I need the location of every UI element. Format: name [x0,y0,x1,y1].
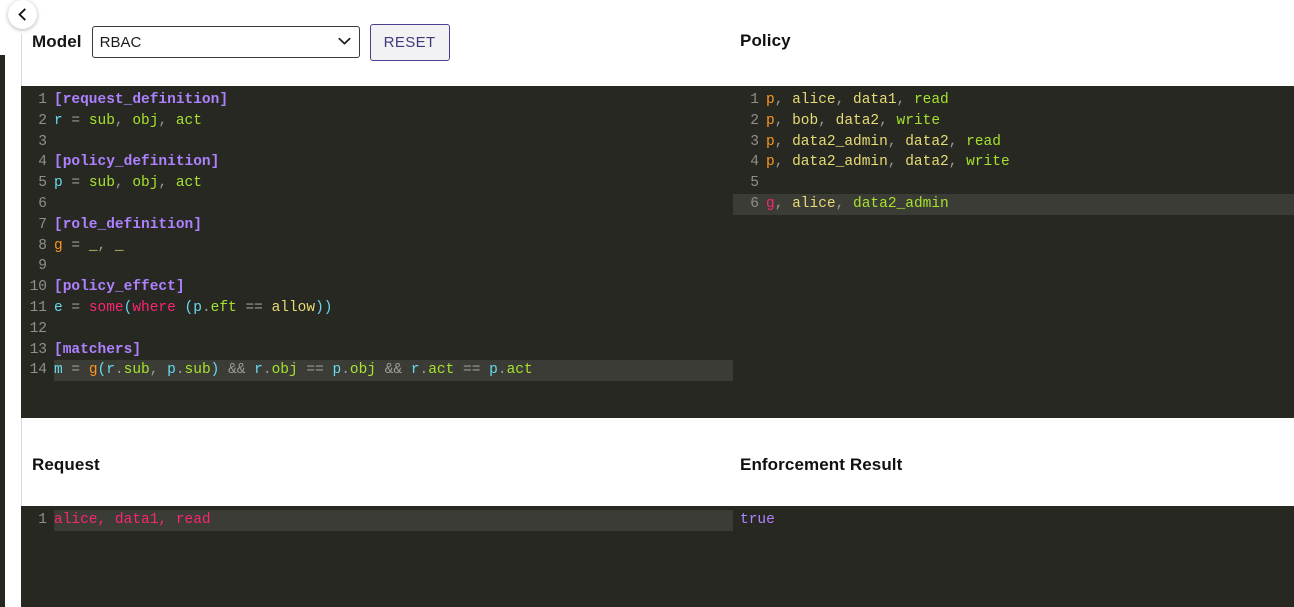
line-number: 9 [38,258,47,275]
code-line[interactable]: 8 g = _, _ [21,236,733,257]
back-button[interactable] [8,0,37,29]
code-line[interactable]: 11 e = some(where (p.eft == allow)) [21,298,733,319]
code-line[interactable]: 14 m = g(r.sub, p.sub) && r.obj == p.obj … [21,360,733,382]
code-line[interactable]: 6 g, alice, data2_admin [733,193,1294,215]
model-select-wrapper: RBAC [91,26,360,58]
casbin-editor-page: Model RBAC RESET Policy Request Enforcem… [0,0,1294,607]
request-code-editor[interactable]: 1 alice, data1, read [21,506,733,607]
code-line-text: p, alice, data1, read [766,92,949,108]
code-line[interactable]: 1 p, alice, data1, read [733,90,1294,111]
code-line-text: [role_definition] [54,216,202,233]
code-line[interactable]: 2 r = sub, obj, act [21,111,733,132]
line-number: 14 [29,362,47,379]
code-line[interactable]: 5 p = sub, obj, act [21,173,733,194]
code-line[interactable]: 1 alice, data1, read [21,510,733,531]
line-number: 3 [38,133,47,150]
reset-button[interactable]: RESET [369,23,450,61]
code-line-text: e = some(where (p.eft == allow)) [54,299,333,316]
code-line-text: m = g(r.sub, p.sub) && r.obj == p.obj &&… [54,360,733,382]
code-line[interactable]: 9 [21,256,733,277]
line-number: 8 [38,237,47,254]
line-number: 13 [29,341,47,358]
chevron-left-icon [16,8,29,21]
code-line-text: [request_definition] [54,92,229,108]
line-number: 12 [29,320,47,337]
model-code-lines: 1 [request_definition] 2 r = sub, obj, act 3… [21,86,733,382]
line-number: 4 [750,154,759,171]
line-number: 11 [29,299,47,316]
model-label: Model [32,32,82,51]
code-line-text: p, bob, data2, write [766,112,941,129]
line-number: 1 [750,92,759,108]
line-number: 5 [38,175,47,192]
code-line[interactable]: 4 p, data2_admin, data2, write [733,152,1294,173]
code-line-text: p, data2_admin, data2, read [766,133,1001,150]
code-line[interactable]: 13 [matchers] [21,340,733,361]
enforcement-result-editor: true [733,506,1294,607]
policy-panel-title: Policy [740,31,791,50]
line-number: 1 [38,92,47,108]
model-toolbar: Model RBAC RESET [32,22,450,62]
line-number: 6 [38,195,47,212]
line-number: 7 [38,216,47,233]
policy-code-lines: 1 p, alice, data1, read 2 p, bob, data2, wr… [733,86,1294,215]
model-code-editor[interactable]: 1 [request_definition] 2 r = sub, obj, act 3… [21,86,733,418]
line-number: 2 [38,112,47,129]
left-rail [0,55,5,607]
code-line-text: g = _, _ [54,237,124,254]
code-line[interactable]: 10 [policy_effect] [21,277,733,298]
code-line-text: p = sub, obj, act [54,175,202,192]
policy-code-editor[interactable]: 1 p, alice, data1, read 2 p, bob, data2, wr… [733,86,1294,418]
line-number: 2 [750,112,759,129]
line-number: 4 [38,154,47,171]
code-line[interactable]: 2 p, bob, data2, write [733,111,1294,132]
line-number: 3 [750,133,759,150]
code-line-text: r = sub, obj, act [54,112,202,129]
request-code-lines: 1 alice, data1, read [21,506,733,531]
line-number: 1 [38,512,47,528]
request-panel-title: Request [32,455,100,474]
code-line-text: p, data2_admin, data2, write [766,154,1010,171]
code-line[interactable]: 12 [21,319,733,340]
code-line[interactable]: 4 [policy_definition] [21,152,733,173]
code-line[interactable]: 3 p, data2_admin, data2, read [733,132,1294,153]
code-line-text: alice, data1, read [54,510,733,531]
result-panel-title: Enforcement Result [740,455,903,474]
model-select[interactable]: RBAC [91,26,360,58]
enforcement-result-body: true [733,506,1294,531]
code-line-text: [matchers] [54,341,142,358]
code-line[interactable]: 6 [21,194,733,215]
line-number: 10 [29,279,47,296]
enforcement-result-value: true [740,512,775,528]
code-line-text: [policy_definition] [54,154,220,171]
line-number: 6 [750,195,759,212]
code-line[interactable]: 5 [733,173,1294,194]
code-line-text: [policy_effect] [54,279,185,296]
code-line[interactable]: 3 [21,132,733,153]
code-line-text: g, alice, data2_admin [766,195,949,212]
line-number: 5 [750,175,759,192]
code-line[interactable]: 7 [role_definition] [21,215,733,236]
code-line[interactable]: 1 [request_definition] [21,90,733,111]
result-line: true [733,510,1294,531]
